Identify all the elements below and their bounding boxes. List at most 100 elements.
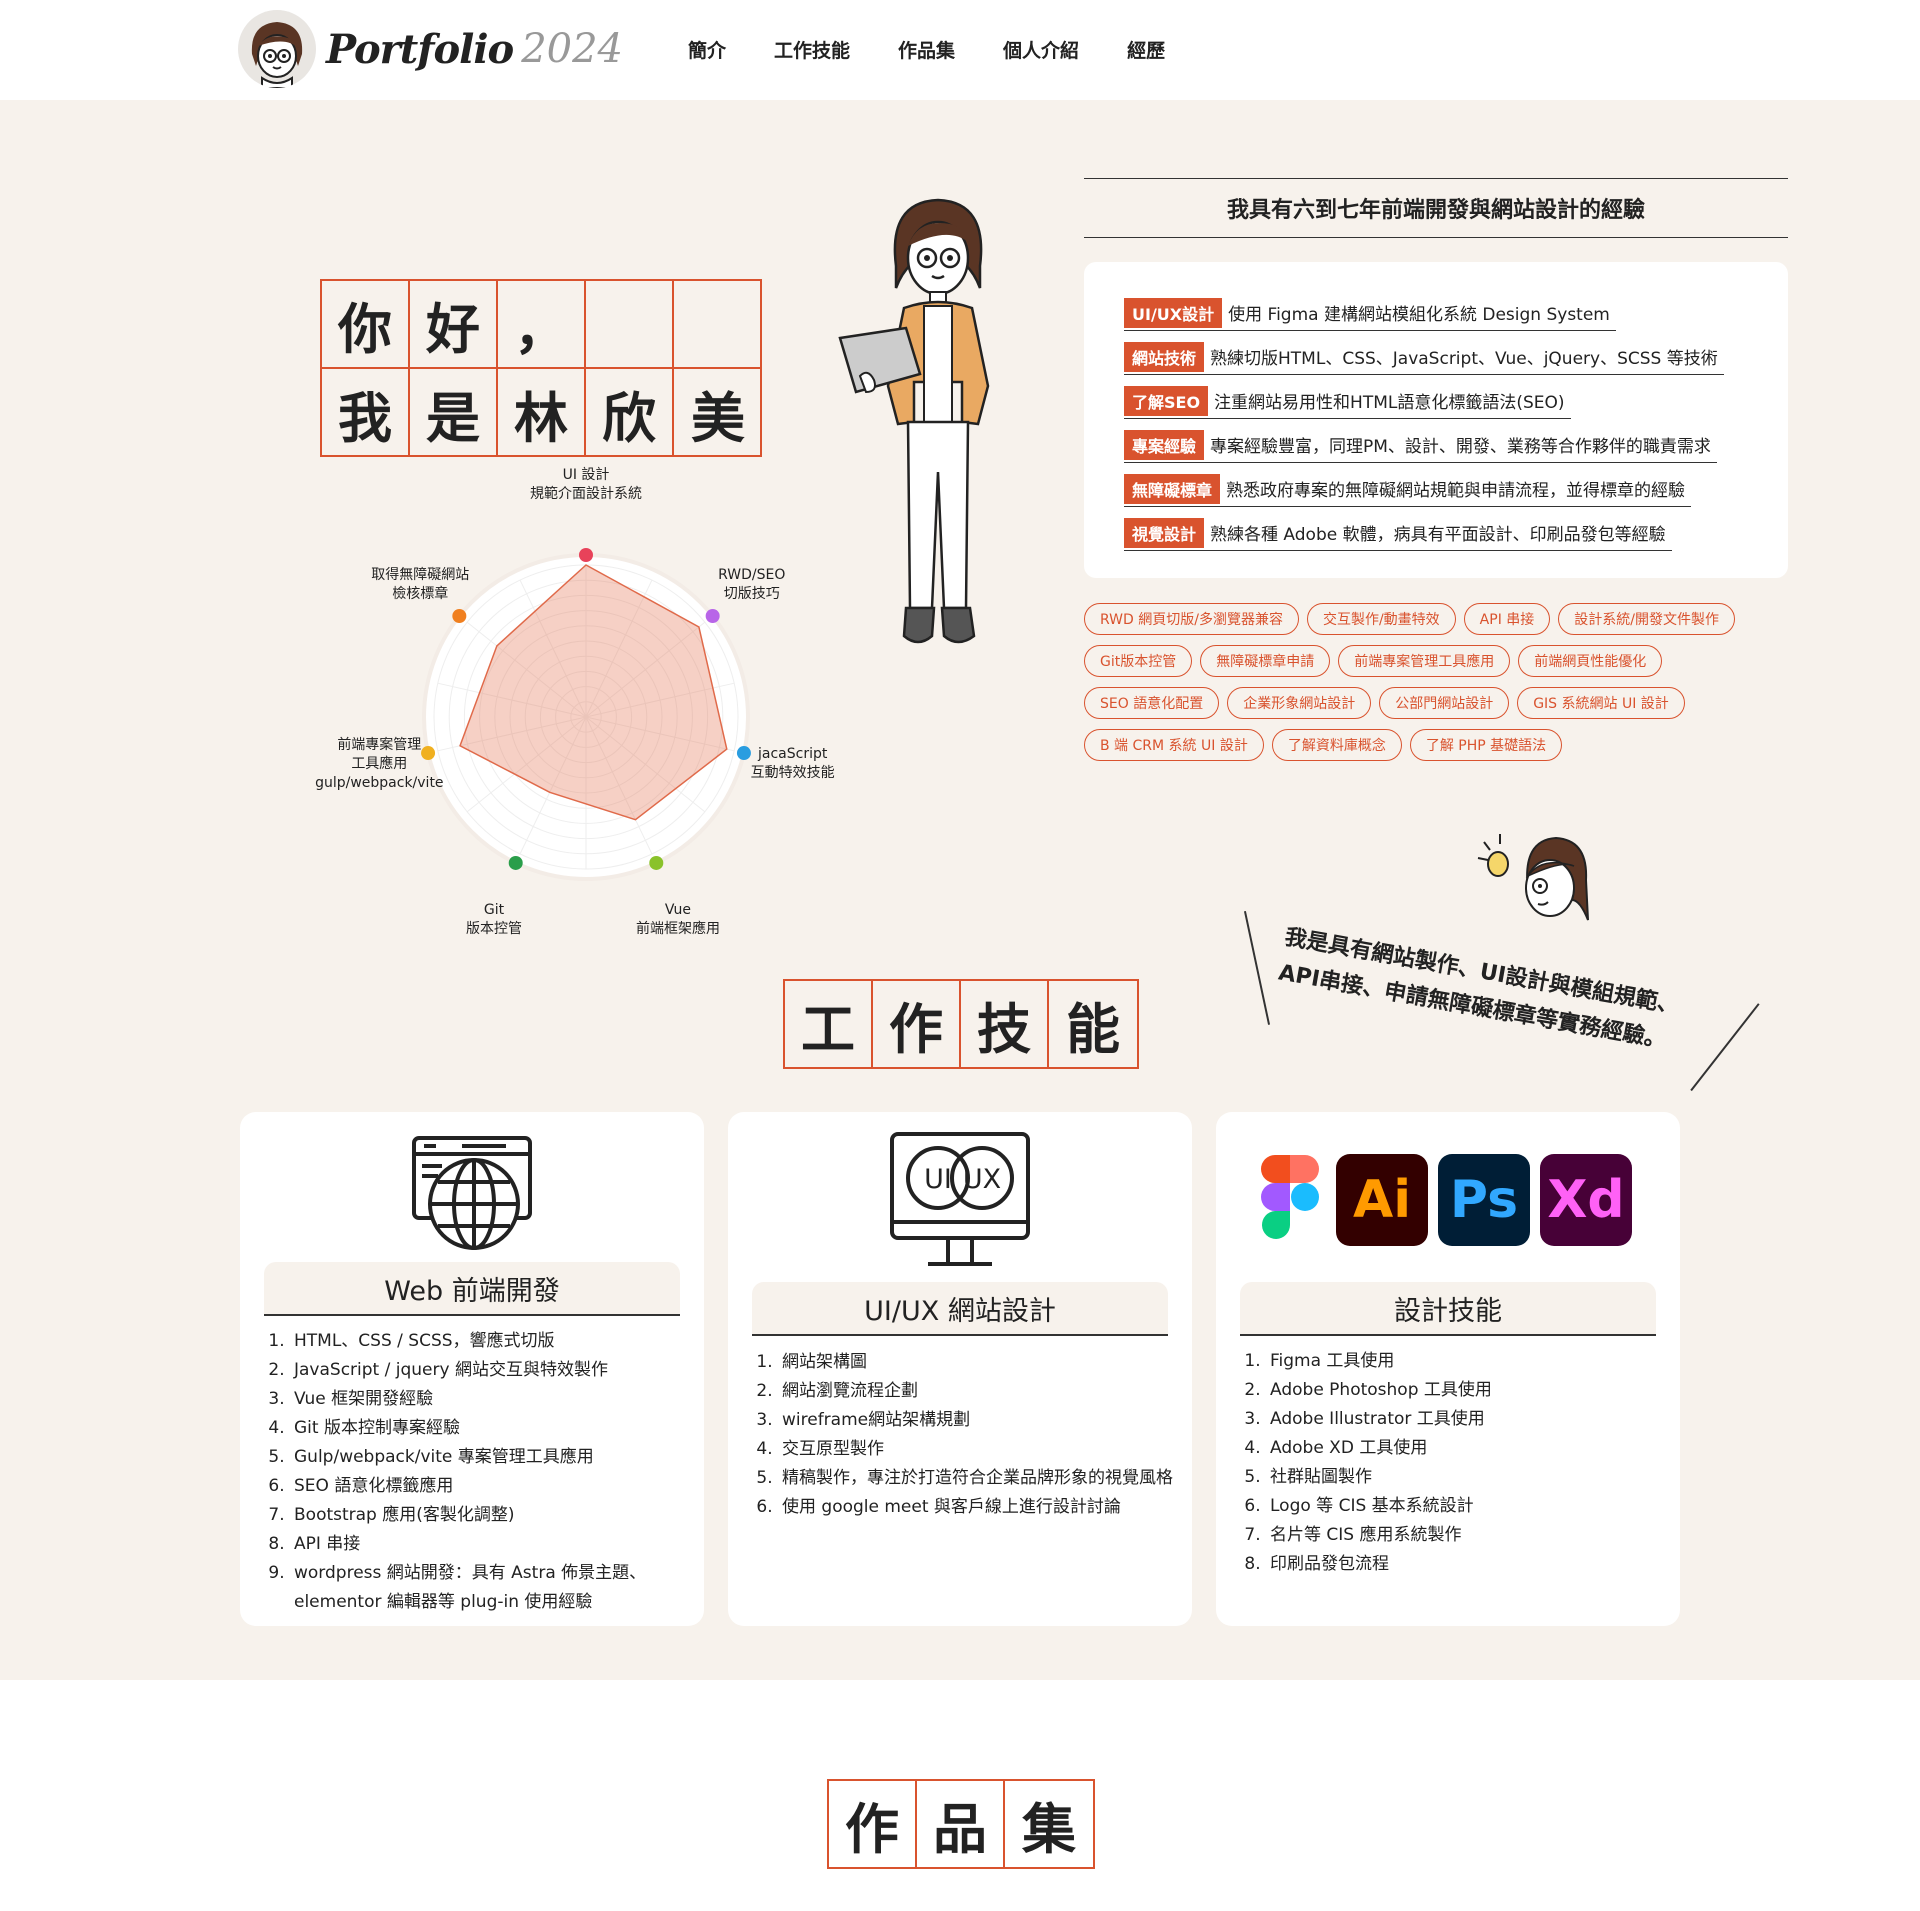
nav-intro[interactable]: 簡介 — [688, 36, 726, 63]
skill-list-item: Vue 框架開發經驗 — [290, 1385, 690, 1414]
skill-pill[interactable]: GIS 系統網站 UI 設計 — [1517, 687, 1685, 719]
title-cell: 工 — [785, 981, 873, 1067]
hello-cell: ， — [498, 281, 586, 369]
skill-list-item: 社群貼圖製作 — [1266, 1463, 1666, 1492]
card-title: UI/UX 網站設計 — [752, 1282, 1168, 1336]
experience-title: 我具有六到七年前端開發與網站設計的經驗 — [1226, 198, 1645, 223]
skill-pill[interactable]: 公部門網站設計 — [1379, 687, 1510, 719]
experience-text: 熟練切版HTML、CSS、JavaScript、Vue、jQuery、SCSS … — [1210, 349, 1718, 369]
hello-cell — [674, 281, 762, 369]
experience-row: 網站技術 熟練切版HTML、CSS、JavaScript、Vue、jQuery、S… — [1124, 336, 1788, 380]
skill-list-item: 交互原型製作 — [778, 1435, 1178, 1464]
skill-list-item: wordpress 網站開發：具有 Astra 佈景主題、elementor 編… — [290, 1559, 690, 1617]
uiux-skill-list: 網站架構圖網站瀏覽流程企劃wireframe網站架構規劃交互原型製作精稿製作，專… — [778, 1348, 1178, 1522]
skill-pill[interactable]: RWD 網頁切版/多瀏覽器兼容 — [1084, 603, 1299, 635]
card-title: 設計技能 — [1240, 1282, 1656, 1336]
ui-icon-text: UI — [924, 1164, 952, 1195]
radar-point — [452, 608, 467, 623]
experience-text: 注重網站易用性和HTML語意化標籤語法(SEO) — [1214, 393, 1565, 413]
skill-list-item: wireframe網站架構規劃 — [778, 1406, 1178, 1435]
radar-label-line: Vue — [664, 902, 692, 918]
avatar — [238, 10, 316, 88]
skill-list-item: SEO 語意化標籤應用 — [290, 1472, 690, 1501]
experience-row: 了解SEO 注重網站易用性和HTML語意化標籤語法(SEO) — [1124, 380, 1788, 424]
radar-label: jacaScript 互動特效技能 — [751, 745, 835, 783]
skill-list-item: 名片等 CIS 應用系統製作 — [1266, 1521, 1666, 1550]
skill-list-item: 網站架構圖 — [778, 1348, 1178, 1377]
radar-label-line: 工具應用 — [351, 755, 408, 772]
logo-link[interactable]: Portfolio 2024 — [238, 10, 623, 88]
skill-pill[interactable]: API 串接 — [1463, 603, 1551, 635]
skill-pill[interactable]: 了解 PHP 基礎語法 — [1409, 729, 1563, 761]
skill-list-item: 印刷品發包流程 — [1266, 1550, 1666, 1579]
experience-row: UI/UX設計 使用 Figma 建構網站模組化系統 Design System — [1124, 292, 1788, 336]
skill-pill[interactable]: SEO 語意化配置 — [1084, 687, 1220, 719]
radar-label: 取得無障礙網站 檢核標章 — [371, 566, 469, 604]
title-cell: 作 — [829, 1781, 917, 1867]
works-section-title: 作 品 集 — [827, 1779, 1095, 1869]
skill-pills: RWD 網頁切版/多瀏覽器兼容 交互製作/動畫特效 API 串接 設計系統/開發文件製… — [1084, 603, 1804, 761]
ux-icon-text: UX — [963, 1164, 1001, 1195]
radar-label-line: 規範介面設計系統 — [530, 486, 642, 502]
radar-label-line: 檢核標章 — [392, 585, 449, 602]
experience-text: 專案經驗豐富，同理PM、設計、開發、業務等合作夥伴的職責需求 — [1210, 437, 1711, 457]
hello-cell: 美 — [691, 386, 745, 450]
title-cell: 集 — [1022, 1797, 1076, 1861]
skill-list-item: 使用 google meet 與客戶線上進行設計討論 — [778, 1493, 1178, 1522]
skill-list-item: Logo 等 CIS 基本系統設計 — [1266, 1492, 1666, 1521]
title-cell: 技 — [961, 981, 1049, 1067]
radar-point — [508, 855, 523, 870]
radar-label-line: gulp/webpack/vite — [315, 774, 444, 791]
skill-list-item: HTML、CSS / SCSS，響應式切版 — [290, 1327, 690, 1356]
hello-cell: 你 — [322, 281, 410, 369]
skill-pill[interactable]: 前端網頁性能優化 — [1518, 645, 1663, 677]
experience-tag: UI/UX設計 — [1124, 297, 1223, 328]
site-header: Portfolio 2024 簡介 工作技能 作品集 個人介紹 經歷 — [0, 0, 1920, 100]
radar-label: UI 設計 規範介面設計系統 — [530, 466, 642, 504]
radar-point — [579, 548, 593, 562]
logo-word: Portfolio — [326, 25, 514, 73]
nav-skills[interactable]: 工作技能 — [774, 36, 850, 63]
xd-icon: Xd — [1540, 1154, 1632, 1246]
skill-pill[interactable]: 企業形象網站設計 — [1227, 687, 1372, 719]
hello-cell: 好 — [410, 281, 498, 369]
skill-pill[interactable]: Git版本控管 — [1084, 645, 1193, 677]
figma-icon — [1259, 1153, 1321, 1247]
experience-text: 熟練各種 Adobe 軟體，病具有平面設計、印刷品發包等經驗 — [1210, 525, 1666, 545]
experience-tag: 網站技術 — [1124, 341, 1205, 372]
experience-tag: 視覺設計 — [1124, 517, 1205, 548]
skill-pill[interactable]: 了解資料庫概念 — [1271, 729, 1402, 761]
nav-experience[interactable]: 經歷 — [1127, 36, 1165, 63]
web-skill-list: HTML、CSS / SCSS，響應式切版JavaScript / jquery… — [290, 1327, 690, 1617]
radar-point — [705, 608, 720, 623]
skill-pill[interactable]: 無障礙標章申請 — [1200, 645, 1331, 677]
design-apps-row: Ai Ps Xd — [1216, 1148, 1680, 1252]
skill-list-item: Adobe Illustrator 工具使用 — [1266, 1405, 1666, 1434]
photoshop-icon: Ps — [1438, 1154, 1530, 1246]
skill-pill[interactable]: 交互製作/動畫特效 — [1306, 603, 1456, 635]
skill-card-web: Web 前端開發 HTML、CSS / SCSS，響應式切版JavaScript… — [240, 1112, 704, 1626]
ui-ux-monitor-icon: UI UX — [728, 1132, 1192, 1272]
radar-label-line: Git — [483, 902, 505, 918]
logo-year: 2024 — [521, 26, 623, 72]
skill-pill[interactable]: 設計系統/開發文件製作 — [1558, 603, 1735, 635]
radar-label-line: 切版技巧 — [723, 585, 780, 602]
design-skill-list: Figma 工具使用Adobe Photoshop 工具使用Adobe Illu… — [1266, 1347, 1666, 1579]
skill-radar: UI 設計 規範介面設計系統 RWD/SEO 切版技巧 jacaScript 互動特效技能… — [260, 467, 900, 960]
nav-works[interactable]: 作品集 — [898, 36, 955, 63]
skill-pill[interactable]: 前端專案管理工具應用 — [1338, 645, 1511, 677]
illustrator-icon: Ai — [1336, 1154, 1428, 1246]
skill-card-design: Ai Ps Xd 設計技能 Figma 工具使用Adobe Photoshop … — [1216, 1112, 1680, 1626]
skill-pill[interactable]: B 端 CRM 系統 UI 設計 — [1084, 729, 1264, 761]
radar-svg — [421, 548, 751, 881]
radar-label-line: 前端框架應用 — [635, 921, 720, 937]
web-browser-globe-icon — [240, 1132, 704, 1252]
radar-label-line: 前端專案管理 — [337, 736, 422, 753]
hello-cell: 林 — [498, 369, 586, 457]
skill-list-item: JavaScript / jquery 網站交互與特效製作 — [290, 1356, 690, 1385]
nav-about[interactable]: 個人介紹 — [1003, 36, 1079, 63]
hello-cell: 我 — [322, 369, 410, 457]
radar-label: 前端專案管理 工具應用 gulp/webpack/vite — [315, 736, 443, 793]
experience-tag: 了解SEO — [1124, 385, 1209, 416]
skills-section-title: 工 作 技 能 — [783, 979, 1139, 1069]
